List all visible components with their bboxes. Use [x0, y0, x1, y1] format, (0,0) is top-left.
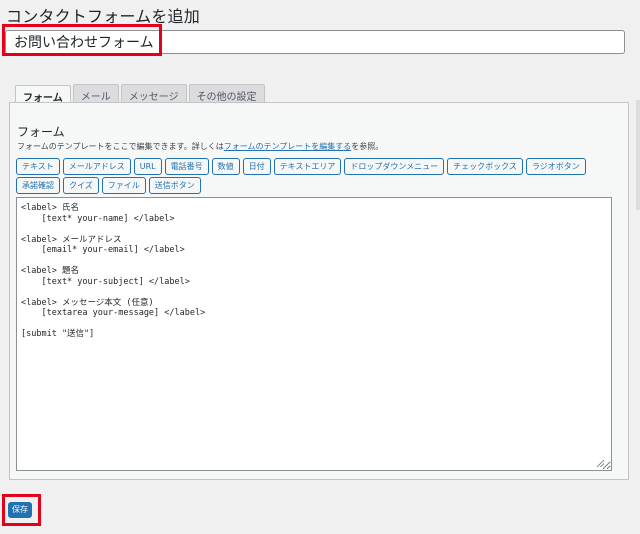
description-suffix: を参照。 [351, 142, 384, 151]
tag-button-file[interactable]: ファイル [101, 177, 146, 194]
tag-generator-buttons: テキスト メールアドレス URL 電話番号 数値 日付 テキストエリア ドロップ… [16, 158, 616, 194]
tag-button-acceptance[interactable]: 承諾確認 [16, 177, 60, 194]
tag-button-textarea[interactable]: テキストエリア [273, 158, 342, 175]
tag-button-tel[interactable]: 電話番号 [164, 158, 209, 175]
panel-description: フォームのテンプレートをここで編集できます。詳しくはフォームのテンプレートを編集… [17, 141, 383, 152]
tag-button-url[interactable]: URL [133, 158, 162, 175]
form-panel: フォーム フォームのテンプレートをここで編集できます。詳しくはフォームのテンプレ… [9, 102, 629, 480]
save-button[interactable]: 保存 [8, 502, 32, 518]
tag-button-text[interactable]: テキスト [16, 158, 60, 175]
tag-button-email[interactable]: メールアドレス [62, 158, 131, 175]
tag-button-checkbox[interactable]: チェックボックス [447, 158, 523, 175]
resize-grip-icon[interactable] [597, 460, 604, 467]
tag-button-date[interactable]: 日付 [242, 158, 271, 175]
description-text: フォームのテンプレートをここで編集できます。詳しくは [17, 142, 224, 151]
form-template-editor[interactable]: <label> 氏名 [text* your-name] </label> <l… [16, 197, 612, 471]
page-title: コンタクトフォームを追加 [6, 7, 200, 26]
tag-button-submit[interactable]: 送信ボタン [148, 177, 201, 194]
side-scroll-strip [636, 100, 640, 210]
tag-button-quiz[interactable]: クイズ [63, 177, 99, 194]
tag-button-radio[interactable]: ラジオボタン [525, 158, 586, 175]
tag-button-dropdown[interactable]: ドロップダウンメニュー [344, 158, 445, 175]
template-help-link[interactable]: フォームのテンプレートを編集する [224, 142, 352, 151]
tag-button-number[interactable]: 数値 [211, 158, 240, 175]
panel-heading: フォーム [17, 125, 65, 139]
form-title-input[interactable] [5, 30, 625, 54]
